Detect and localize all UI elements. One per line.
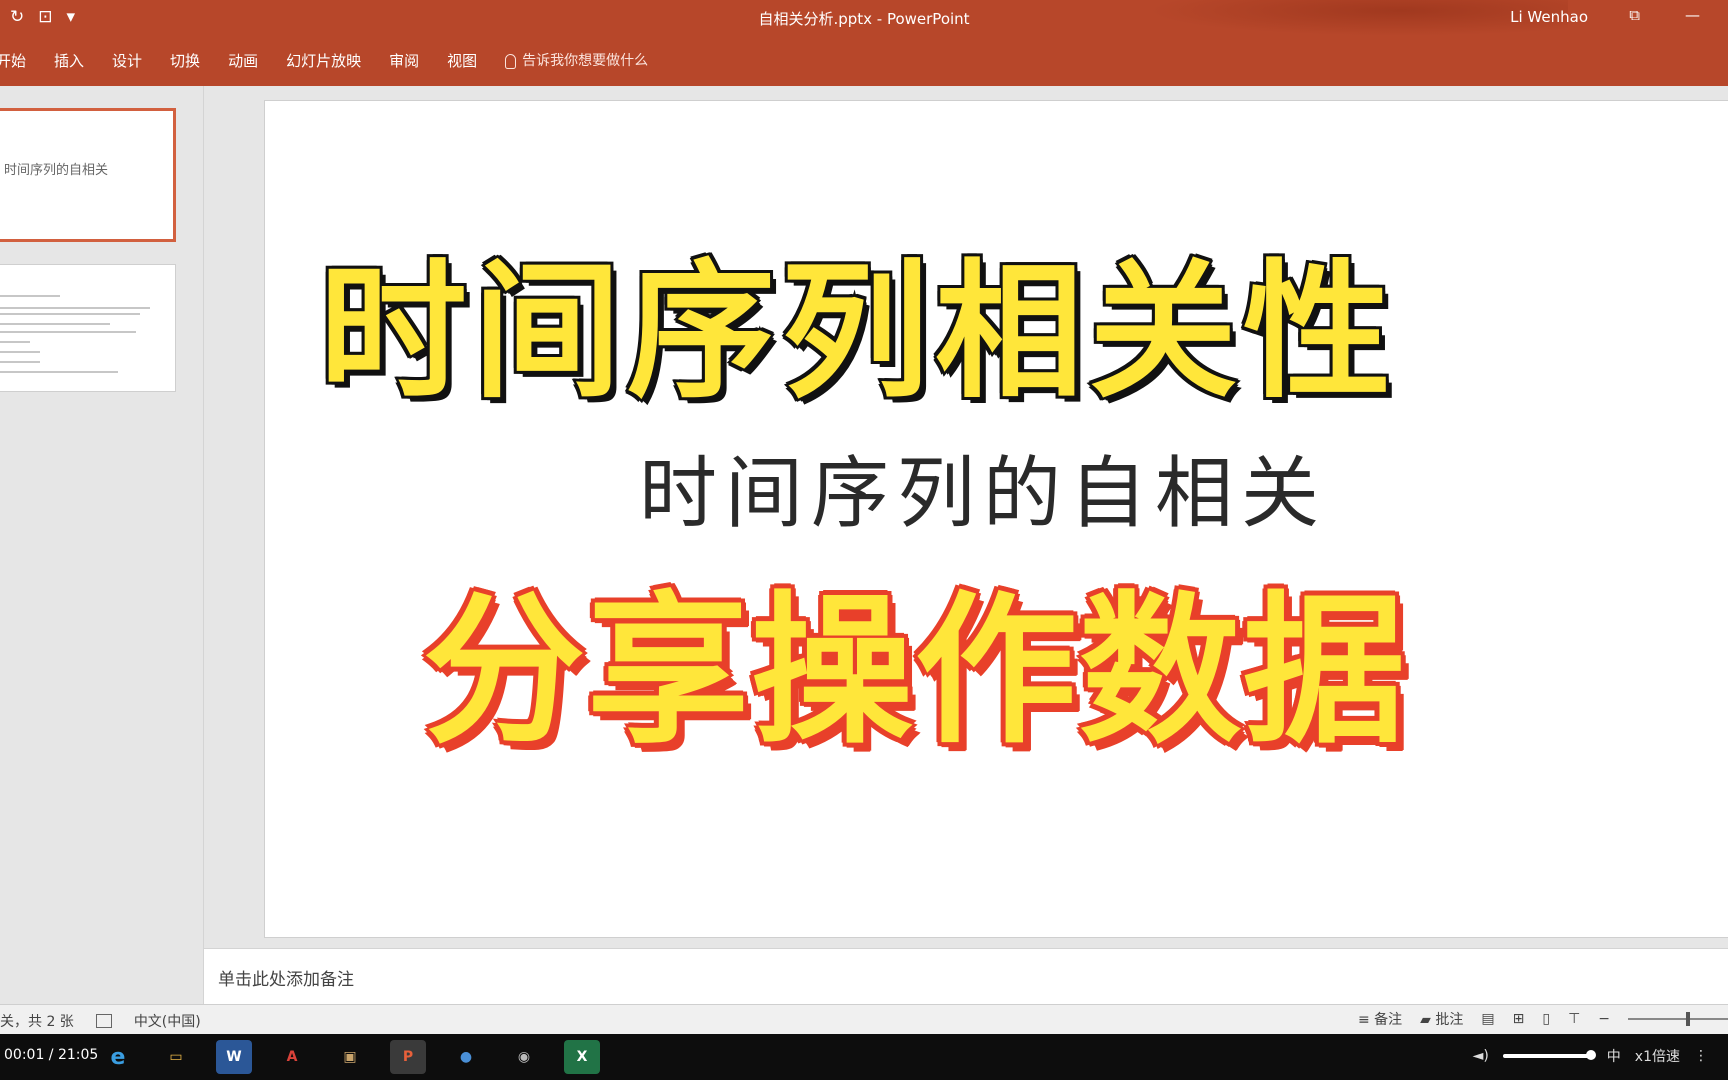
tab-slideshow[interactable]: 幻灯片放映: [272, 49, 375, 73]
tab-insert[interactable]: 插入: [40, 49, 98, 73]
ime-indicator[interactable]: 中: [1607, 1046, 1621, 1066]
volume-icon[interactable]: ◄): [1473, 1048, 1489, 1064]
overlay-banner: 分享操作数据: [423, 578, 1407, 766]
slide-canvas[interactable]: 时间序列相关性 时间序列的自相关 分享操作数据: [264, 100, 1728, 938]
photos-icon[interactable]: ▣: [332, 1040, 368, 1074]
slide-count: 关，共 2 张: [0, 1014, 74, 1030]
window-title: 自相关分析.pptx - PowerPoint: [758, 10, 970, 28]
notes-toggle-button[interactable]: ≡ 备注: [1358, 1009, 1402, 1029]
thumbnail-text-line: [0, 295, 60, 297]
taskbar-apps: e ▭ W A ▣ P ● ◉ X: [100, 1040, 600, 1074]
comments-toggle-button[interactable]: ▰ 批注: [1420, 1009, 1463, 1029]
spellcheck-icon[interactable]: [95, 1014, 112, 1028]
tab-design[interactable]: 设计: [98, 49, 156, 73]
avatar-app-icon[interactable]: ◉: [506, 1040, 542, 1074]
ribbon: 开始 插入 设计 切换 动画 幻灯片放映 审阅 视图 告诉我你想要做什么: [0, 36, 1728, 86]
taskbar: 00:01 / 21:05 e ▭ W A ▣ P ● ◉ X ◄) 中 x1倍…: [0, 1034, 1728, 1080]
notes-pane[interactable]: 单击此处添加备注: [204, 948, 1728, 1004]
tab-view[interactable]: 视图: [433, 49, 491, 73]
tell-me-box[interactable]: 告诉我你想要做什么: [491, 49, 648, 73]
thumbnail-1-text: 时间序列的自相关: [4, 163, 109, 178]
powerpoint-icon[interactable]: P: [390, 1040, 426, 1074]
slide-thumbnail-pane[interactable]: 时间序列的自相关: [0, 86, 204, 1004]
zoom-out-icon[interactable]: −: [1598, 1011, 1610, 1027]
thumbnail-text-line: [0, 351, 40, 353]
system-tray: ◄) 中 x1倍速 ⋮: [1473, 1046, 1708, 1066]
language-indicator[interactable]: 中文(中国): [134, 1011, 201, 1031]
fullscreen-icon[interactable]: ⋮: [1694, 1048, 1708, 1064]
ribbon-display-options-icon[interactable]: ⧉: [1629, 6, 1640, 24]
file-explorer-icon[interactable]: ▭: [158, 1040, 194, 1074]
title-bar: ↻ ⊡ ▾ 自相关分析.pptx - PowerPoint Li Wenhao …: [0, 0, 1728, 36]
thumbnail-text-line: [0, 371, 118, 373]
tab-transitions[interactable]: 切换: [156, 49, 214, 73]
tell-me-text: 告诉我你想要做什么: [522, 53, 649, 69]
speed-label[interactable]: x1倍速: [1635, 1046, 1680, 1066]
video-time: 00:01 / 21:05: [4, 1047, 99, 1063]
status-right: ≡ 备注 ▰ 批注 ▤ ⊞ ▯ ⊤ −: [1358, 1009, 1728, 1029]
reading-view-icon[interactable]: ▯: [1542, 1011, 1550, 1027]
slide-thumbnail-2[interactable]: [0, 264, 176, 392]
thumbnail-text-line: [0, 341, 30, 343]
thumbnail-text-line: [0, 313, 140, 315]
zoom-slider-thumb[interactable]: [1686, 1012, 1690, 1026]
lightbulb-icon: [505, 53, 517, 69]
slide-sorter-icon[interactable]: ⊞: [1513, 1011, 1525, 1027]
thumbnail-text-line: [0, 331, 136, 333]
tab-animations[interactable]: 动画: [214, 49, 272, 73]
workspace: 时间序列的自相关 时间序列相关性 时间序列的自相关 分享操作数据 单击此处添加备…: [0, 86, 1728, 1004]
tab-home[interactable]: 开始: [0, 49, 40, 73]
status-bar: 关，共 2 张 中文(中国) ≡ 备注 ▰ 批注 ▤ ⊞ ▯ ⊤ −: [0, 1004, 1728, 1034]
comments-toggle-label: 批注: [1435, 1012, 1464, 1028]
ribbon-tabs: 开始 插入 设计 切换 动画 幻灯片放映 审阅 视图 告诉我你想要做什么: [0, 49, 648, 73]
thumbnail-text-line: [0, 361, 40, 363]
notes-placeholder: 单击此处添加备注: [218, 970, 354, 990]
volume-slider[interactable]: [1502, 1050, 1596, 1060]
ie-icon[interactable]: e: [100, 1040, 136, 1074]
slide-subtitle[interactable]: 时间序列的自相关: [639, 431, 1327, 543]
overlay-headline: 时间序列相关性: [317, 244, 1397, 421]
user-name[interactable]: Li Wenhao: [1510, 8, 1588, 26]
tab-review[interactable]: 审阅: [375, 49, 433, 73]
minimize-icon[interactable]: —: [1685, 6, 1700, 24]
notes-toggle-label: 备注: [1374, 1012, 1403, 1028]
slideshow-view-icon[interactable]: ⊤: [1568, 1011, 1580, 1027]
word-icon[interactable]: W: [216, 1040, 252, 1074]
zoom-slider[interactable]: [1628, 1012, 1728, 1026]
pdf-icon[interactable]: A: [274, 1040, 310, 1074]
thumbnail-text-line: [0, 323, 110, 325]
globe-icon[interactable]: ●: [448, 1040, 484, 1074]
excel-icon[interactable]: X: [564, 1040, 600, 1074]
normal-view-icon[interactable]: ▤: [1481, 1011, 1494, 1027]
slide-thumbnail-1[interactable]: 时间序列的自相关: [0, 108, 176, 242]
status-left: 关，共 2 张 中文(中国): [0, 1011, 201, 1031]
thumbnail-text-line: [0, 307, 150, 309]
